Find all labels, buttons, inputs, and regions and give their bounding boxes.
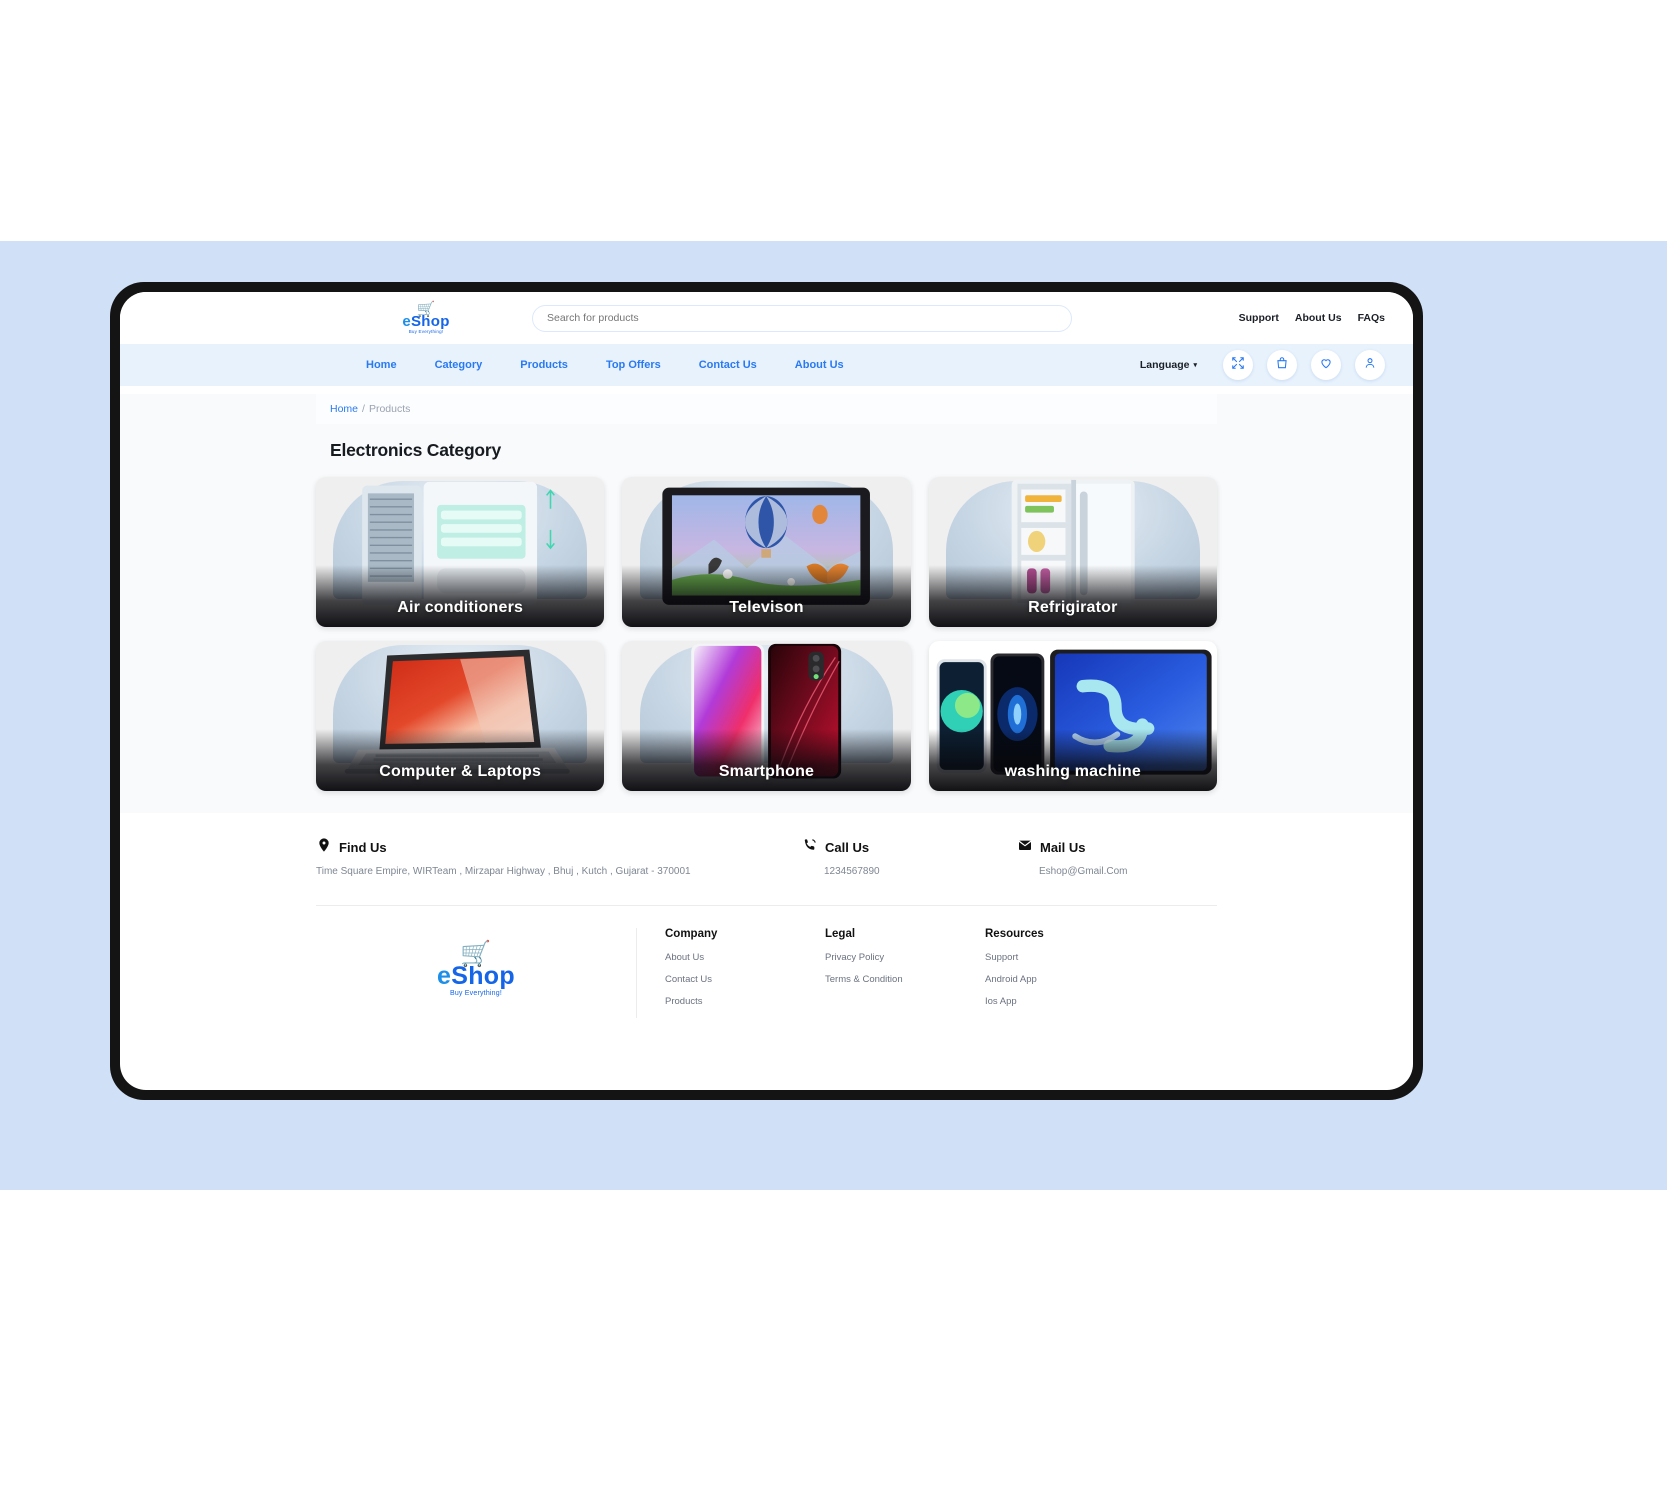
header-link-support[interactable]: Support: [1239, 312, 1279, 324]
category-card-computer-laptops[interactable]: Computer & Laptops: [316, 641, 605, 791]
brand-tagline: Buy Everything!: [408, 328, 444, 334]
contact-find-title: Find Us: [339, 840, 387, 855]
nav-actions: Language ▾: [1140, 350, 1385, 380]
nav-item-home[interactable]: Home: [366, 359, 397, 371]
footer-link-contact-us[interactable]: Contact Us: [665, 974, 825, 985]
language-label: Language: [1139, 359, 1190, 371]
contact-call-title: Call Us: [825, 840, 870, 855]
footer-link-terms-condition[interactable]: Terms & Condition: [825, 974, 985, 985]
footer-link-about-us[interactable]: About Us: [665, 952, 825, 963]
site-header: 🛒 eShop Buy Everything! Support About Us…: [120, 292, 1413, 344]
search-box[interactable]: [532, 304, 1072, 332]
cart-button[interactable]: [1267, 350, 1297, 380]
heart-icon: [1319, 356, 1333, 375]
contact-mail-us: Mail Us Eshop@Gmail.Com: [1017, 837, 1217, 877]
wishlist-button[interactable]: [1311, 350, 1341, 380]
footer-link-ios-app[interactable]: Ios App: [985, 996, 1145, 1007]
footer-column-company: Company About Us Contact Us Products: [665, 928, 825, 1018]
category-card-label: Refrigirator: [1028, 599, 1118, 616]
footer-column-title: Legal: [825, 928, 856, 940]
contact-find-us: Find Us Time Square Empire, WIRTeam , Mi…: [316, 837, 802, 877]
category-grid: Air conditioners Televison Refrigirator …: [316, 477, 1217, 791]
compare-icon: [1231, 356, 1245, 375]
nav-item-contact-us[interactable]: Contact Us: [699, 359, 757, 371]
breadcrumb-separator: /: [362, 403, 365, 415]
site-footer: 🛒 eShop Buy Everything! Company About Us…: [120, 906, 1413, 1018]
footer-link-columns: Company About Us Contact Us Products Leg…: [636, 928, 1217, 1018]
footer-link-support[interactable]: Support: [985, 952, 1145, 963]
category-card-label: Computer & Laptops: [379, 763, 542, 780]
footer-brand-tagline: Buy Everything!: [449, 990, 502, 997]
category-card-label: Smartphone: [718, 763, 815, 780]
nav-item-category[interactable]: Category: [435, 359, 483, 371]
breadcrumb-bar: Home / Products: [316, 394, 1217, 424]
breadcrumb-home[interactable]: Home: [330, 403, 358, 415]
footer-link-privacy-policy[interactable]: Privacy Policy: [825, 952, 985, 963]
nav-item-top-offers[interactable]: Top Offers: [606, 359, 661, 371]
category-card-label: Air conditioners: [397, 599, 524, 616]
category-card-washing-machine[interactable]: washing machine: [928, 641, 1217, 791]
page-content: Home / Products Electronics Category Air…: [120, 394, 1413, 813]
compare-button[interactable]: [1223, 350, 1253, 380]
shopping-bag-icon: [1275, 356, 1289, 375]
phone-icon: [802, 837, 818, 858]
contact-email: Eshop@Gmail.Com: [1039, 866, 1128, 877]
breadcrumb-current: Products: [368, 403, 411, 415]
category-card-label: Televison: [729, 599, 804, 616]
contact-address: Time Square Empire, WIRTeam , Mirzapar H…: [316, 866, 691, 877]
category-card-label: washing machine: [1004, 763, 1142, 780]
nav-links: Home Category Products Top Offers Contac…: [366, 359, 844, 371]
brand-name: eShop: [402, 312, 450, 330]
search-input[interactable]: [547, 312, 1057, 324]
footer-link-android-app[interactable]: Android App: [985, 974, 1145, 985]
header-link-faqs[interactable]: FAQs: [1358, 312, 1385, 324]
footer-column-legal: Legal Privacy Policy Terms & Condition: [825, 928, 985, 1018]
footer-column-resources: Resources Support Android App Ios App: [985, 928, 1145, 1018]
user-account-icon: [1363, 356, 1377, 375]
header-utility-links: Support About Us FAQs: [1239, 312, 1385, 324]
envelope-icon: [1017, 837, 1033, 858]
page-title: Electronics Category: [330, 440, 502, 460]
footer-column-title: Company: [665, 928, 718, 940]
screenshot-root: 🛒 eShop Buy Everything! Support About Us…: [0, 0, 1667, 1500]
browser-viewport: 🛒 eShop Buy Everything! Support About Us…: [120, 292, 1413, 1090]
contact-call-us: Call Us 1234567890: [802, 837, 1017, 877]
category-card-televison[interactable]: Televison: [622, 477, 911, 627]
footer-column-title: Resources: [985, 928, 1044, 940]
nav-item-about-us[interactable]: About Us: [795, 359, 844, 371]
contact-phone-number: 1234567890: [824, 866, 880, 877]
footer-brand-name: eShop: [437, 962, 515, 990]
language-selector[interactable]: Language ▾: [1140, 359, 1197, 371]
category-card-air-conditioners[interactable]: Air conditioners: [316, 477, 605, 627]
main-navigation: Home Category Products Top Offers Contac…: [120, 344, 1413, 386]
nav-item-products[interactable]: Products: [520, 359, 568, 371]
footer-link-products[interactable]: Products: [665, 996, 825, 1007]
footer-logo[interactable]: 🛒 eShop Buy Everything!: [316, 928, 636, 998]
contact-mail-title: Mail Us: [1040, 840, 1086, 855]
tablet-device-frame: 🛒 eShop Buy Everything! Support About Us…: [110, 282, 1423, 1100]
contact-strip: Find Us Time Square Empire, WIRTeam , Mi…: [120, 813, 1413, 895]
header-logo[interactable]: 🛒 eShop Buy Everything!: [366, 302, 486, 335]
header-link-about-us[interactable]: About Us: [1295, 312, 1342, 324]
category-card-refrigirator[interactable]: Refrigirator: [928, 477, 1217, 627]
location-pin-icon: [316, 837, 332, 858]
account-button[interactable]: [1355, 350, 1385, 380]
chevron-down-icon: ▾: [1193, 362, 1197, 369]
breadcrumb: Home / Products: [330, 403, 410, 415]
category-card-smartphone[interactable]: Smartphone: [622, 641, 911, 791]
